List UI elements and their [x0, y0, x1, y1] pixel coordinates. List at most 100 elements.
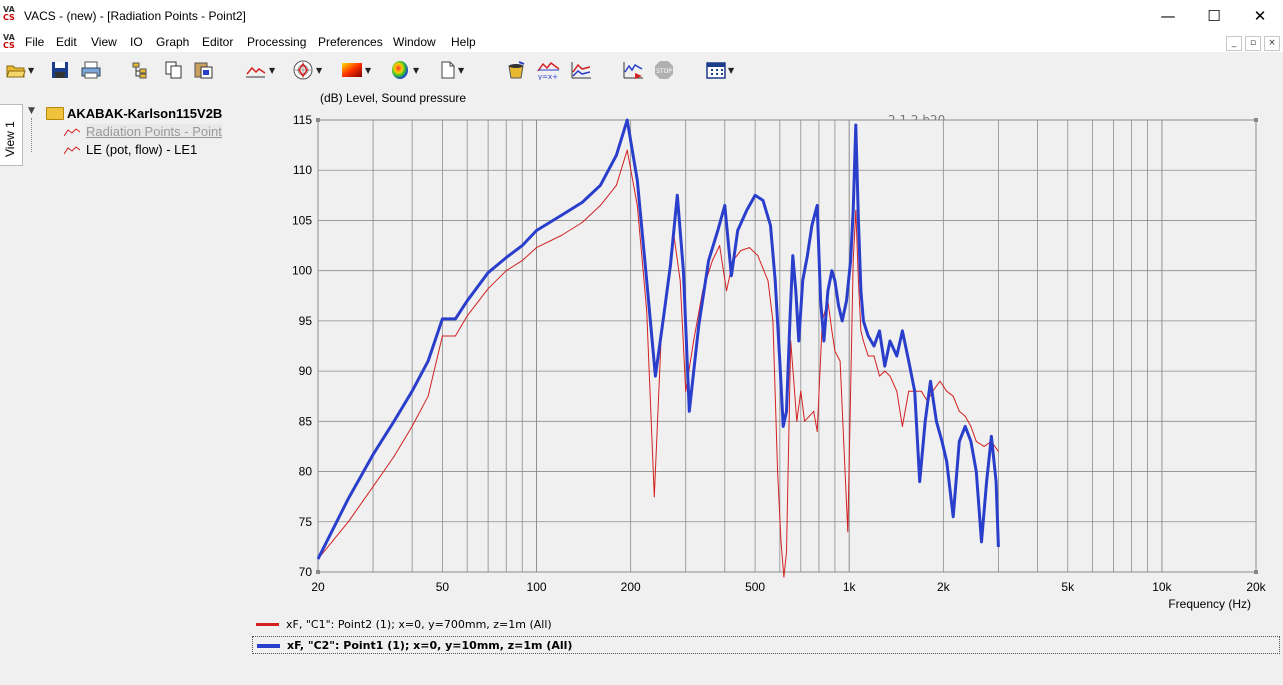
data-point: [615, 184, 617, 186]
data-point: [983, 445, 985, 447]
spl-chart[interactable]: 70 75 80 85 90 95 100 105 110 115 20 50 100 200 500 1k 2…: [280, 88, 1280, 618]
data-point: [975, 440, 977, 442]
print-button[interactable]: [81, 60, 101, 80]
data-point: [441, 335, 443, 337]
data-point: [834, 350, 836, 352]
run-graph-button[interactable]: [622, 60, 644, 80]
copy-button[interactable]: [164, 60, 184, 80]
paste-button[interactable]: [193, 60, 215, 80]
balloon-plot-button[interactable]: ▼: [389, 60, 419, 80]
new-document-button[interactable]: ▼: [440, 60, 464, 80]
data-point: [679, 280, 681, 282]
legend-entry-c2[interactable]: xF, "C2": Point1 (1); x=0, y=10mm, z=1m …: [252, 636, 1280, 654]
data-point: [860, 290, 862, 292]
printer-icon: [81, 61, 101, 79]
open-button[interactable]: ▼: [6, 60, 34, 80]
data-point: [427, 395, 429, 397]
calendar-table-button[interactable]: ▼: [706, 60, 734, 80]
data-point: [873, 355, 875, 357]
legend-label-c2: xF, "C2": Point1 (1); x=0, y=10mm, z=1m …: [287, 639, 573, 652]
menu-io[interactable]: IO: [130, 35, 143, 49]
menu-view[interactable]: View: [91, 35, 117, 49]
data-point: [850, 390, 852, 392]
data-point: [860, 330, 862, 332]
menu-processing[interactable]: Processing: [247, 35, 306, 49]
svg-text:y=x+: y=x+: [538, 73, 558, 80]
line-graph-icon: [246, 66, 266, 78]
data-point: [820, 300, 822, 302]
tree-connector: [31, 118, 37, 152]
data-point: [653, 496, 655, 498]
data-point: [772, 320, 774, 322]
menu-edit[interactable]: Edit: [56, 35, 77, 49]
mdi-restore-button[interactable]: ▫: [1245, 36, 1261, 51]
data-point: [827, 290, 829, 292]
data-point: [843, 440, 845, 442]
data-point: [970, 440, 972, 442]
collapse-icon[interactable]: ▼: [28, 106, 35, 116]
data-point: [941, 440, 943, 442]
tree-view-button[interactable]: [131, 60, 151, 80]
tree-item-label: Radiation Points - Point: [86, 124, 222, 139]
data-point: [708, 260, 710, 262]
data-point: [317, 558, 319, 560]
menu-help[interactable]: Help: [451, 35, 476, 49]
multi-graph-button[interactable]: [570, 60, 592, 80]
data-point: [762, 199, 764, 201]
line-graph-button[interactable]: ▼: [245, 60, 275, 80]
stop-button[interactable]: STOP: [654, 60, 674, 80]
save-button[interactable]: [51, 60, 69, 80]
data-point: [654, 375, 656, 377]
minimize-button[interactable]: —: [1145, 0, 1191, 31]
data-point: [767, 280, 769, 282]
stop-icon: STOP: [655, 61, 673, 79]
data-point: [857, 219, 859, 221]
import-button[interactable]: [505, 60, 527, 80]
data-point: [924, 420, 926, 422]
x-tick-label: 5k: [1061, 580, 1075, 594]
data-point: [846, 300, 847, 302]
app-logo-bottom: CS: [3, 13, 15, 22]
menu-preferences[interactable]: Preferences: [318, 35, 383, 49]
data-point: [802, 280, 804, 282]
color-map-button[interactable]: ▼: [341, 60, 371, 80]
data-point: [841, 320, 843, 322]
data-point: [746, 209, 748, 211]
data-point: [796, 420, 798, 422]
data-point: [711, 260, 713, 262]
data-point: [901, 330, 903, 332]
data-point: [719, 245, 721, 247]
data-point: [411, 390, 413, 392]
mdi-minimize-button[interactable]: _: [1226, 36, 1242, 51]
chevron-down-icon: ▼: [413, 65, 420, 75]
balloon-icon: [392, 61, 408, 79]
x-tick-label: 2k: [937, 580, 951, 594]
maximize-button[interactable]: ☐: [1191, 0, 1237, 31]
close-button[interactable]: ✕: [1237, 0, 1283, 31]
tree-root-label: AKABAK-Karlson115V2B: [67, 106, 223, 121]
legend-entry-c1[interactable]: xF, "C1": Point2 (1); x=0, y=700mm, z=1m…: [252, 616, 1280, 634]
formula-graph-button[interactable]: y=x+: [537, 60, 561, 80]
data-point: [688, 410, 690, 412]
document-logo[interactable]: VA CS: [3, 34, 19, 52]
menu-editor[interactable]: Editor: [202, 35, 233, 49]
y-tick-label: 110: [293, 163, 312, 177]
x-tick-label: 20: [311, 580, 325, 594]
y-tick-label: 95: [299, 314, 313, 328]
mdi-close-button[interactable]: ×: [1264, 36, 1280, 51]
data-point: [855, 124, 857, 126]
view-tab[interactable]: View 1: [0, 104, 23, 166]
chevron-down-icon: ▼: [365, 65, 372, 75]
menu-graph[interactable]: Graph: [156, 35, 189, 49]
data-point: [505, 270, 507, 272]
svg-text:STOP: STOP: [656, 68, 672, 75]
menu-file[interactable]: File: [25, 35, 44, 49]
data-point: [636, 179, 638, 181]
data-point: [347, 521, 349, 523]
paste-icon: [194, 62, 213, 79]
menu-window[interactable]: Window: [393, 35, 436, 49]
view-tab-label: View 1: [3, 121, 17, 157]
polar-graph-button[interactable]: ▼: [292, 60, 322, 80]
data-point: [780, 541, 782, 543]
data-point: [914, 390, 916, 392]
